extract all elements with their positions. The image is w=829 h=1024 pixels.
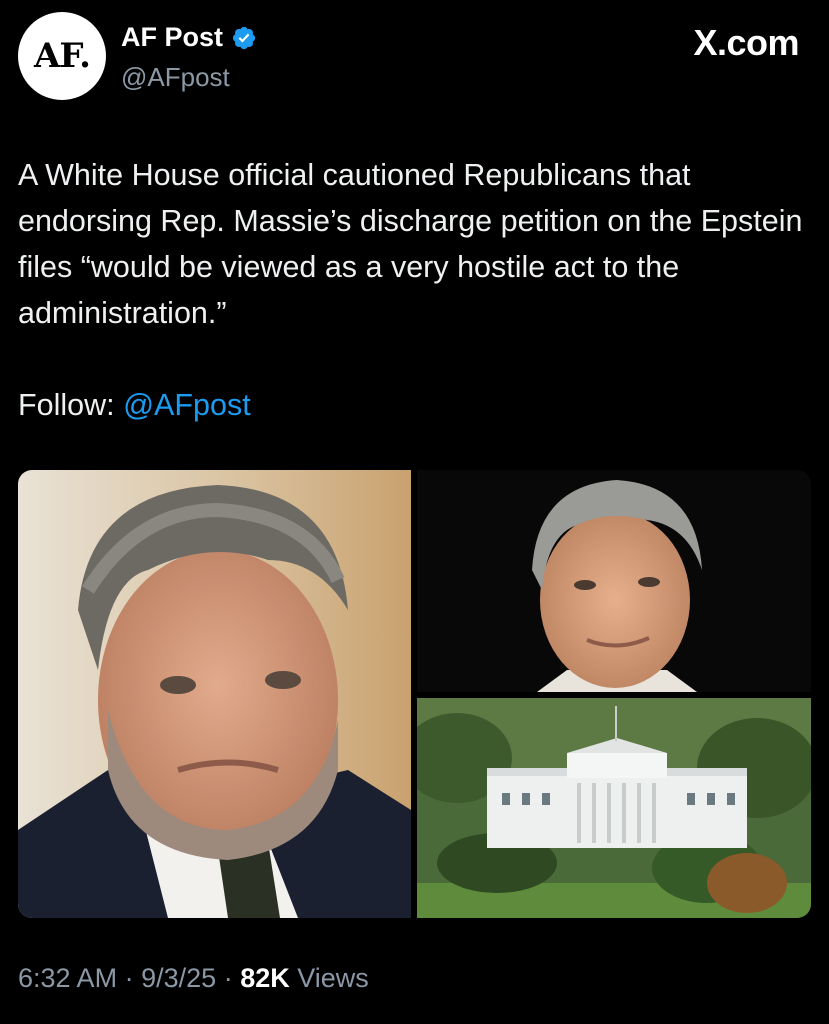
tweet-text: A White House official cautioned Republi… xyxy=(18,152,808,336)
avatar[interactable]: AF. xyxy=(18,12,106,100)
separator-dot: · xyxy=(124,963,134,993)
tweet-time[interactable]: 6:32 AM xyxy=(18,963,117,993)
man-smiling-photo[interactable] xyxy=(417,470,811,692)
follow-label: Follow: xyxy=(18,388,115,422)
handle[interactable]: @AFpost xyxy=(121,62,230,93)
man-with-beard-photo[interactable] xyxy=(18,470,411,918)
follow-line: Follow: @AFpost xyxy=(18,382,251,428)
display-name[interactable]: AF Post xyxy=(121,22,223,53)
mention-link[interactable]: @AFpost xyxy=(123,388,251,422)
tweet-body: A White House official cautioned Republi… xyxy=(18,158,803,330)
verified-badge-icon xyxy=(232,26,256,49)
views-count: 82K xyxy=(240,963,290,993)
separator-dot: · xyxy=(223,963,233,993)
white-house-aerial-photo[interactable] xyxy=(417,698,811,918)
media-grid xyxy=(18,470,811,918)
views-label: Views xyxy=(297,963,369,993)
tweet-date[interactable]: 9/3/25 xyxy=(141,963,216,993)
tweet-meta: 6:32 AM · 9/3/25 · 82K Views xyxy=(18,963,369,994)
brand-logo: X.com xyxy=(693,22,799,63)
display-name-row[interactable]: AF Post xyxy=(121,22,257,53)
